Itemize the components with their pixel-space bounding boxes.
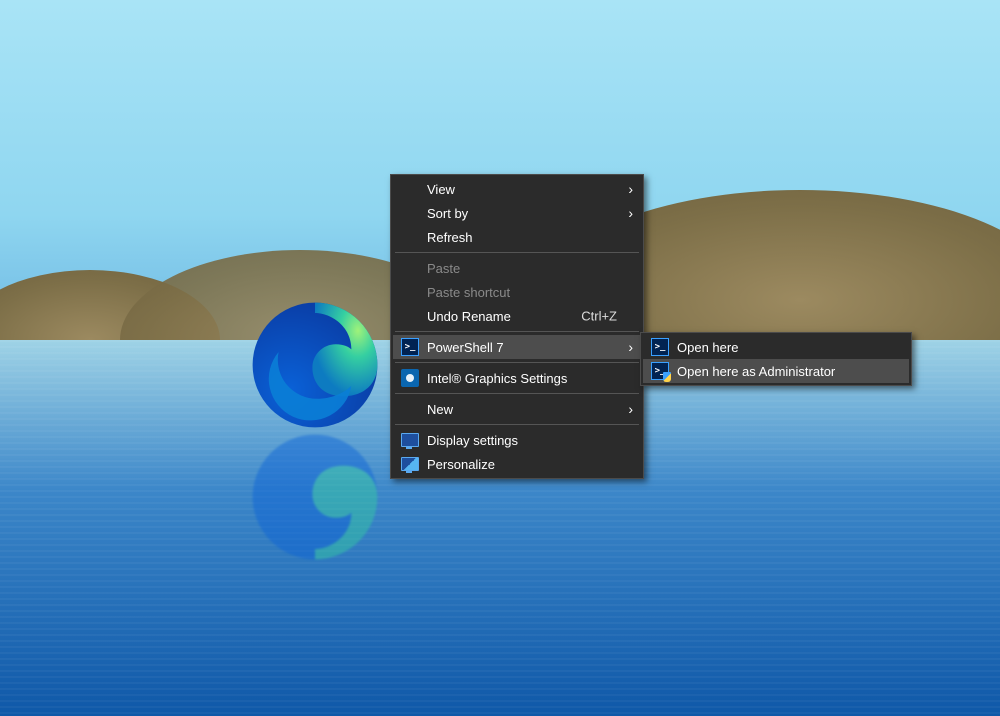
menu-item-undo-rename[interactable]: Undo Rename Ctrl+Z [393, 304, 641, 328]
intel-graphics-icon [401, 369, 419, 387]
menu-label: Refresh [427, 230, 473, 245]
menu-separator [395, 252, 639, 253]
menu-label: Intel® Graphics Settings [427, 371, 567, 386]
menu-label: View [427, 182, 455, 197]
chevron-right-icon: › [628, 181, 633, 197]
menu-label: PowerShell 7 [427, 340, 504, 355]
powershell-icon: >_ [651, 338, 669, 356]
menu-label: Undo Rename [427, 309, 511, 324]
menu-item-refresh[interactable]: Refresh [393, 225, 641, 249]
menu-item-open-here-admin[interactable]: >_ Open here as Administrator [643, 359, 909, 383]
menu-item-personalize[interactable]: Personalize [393, 452, 641, 476]
menu-label: Paste shortcut [427, 285, 510, 300]
menu-label: Paste [427, 261, 460, 276]
menu-label: Sort by [427, 206, 468, 221]
powershell-admin-icon: >_ [651, 362, 669, 380]
edge-logo-icon [250, 300, 380, 430]
menu-hotkey: Ctrl+Z [581, 309, 617, 324]
display-settings-icon [401, 431, 419, 449]
menu-item-intel-graphics[interactable]: Intel® Graphics Settings [393, 366, 641, 390]
personalize-icon [401, 455, 419, 473]
desktop[interactable]: View › Sort by › Refresh Paste Paste sho… [0, 0, 1000, 716]
desktop-context-menu: View › Sort by › Refresh Paste Paste sho… [390, 174, 644, 479]
menu-label: Display settings [427, 433, 518, 448]
menu-label: Open here as Administrator [677, 364, 835, 379]
edge-logo-reflection [250, 432, 380, 562]
menu-separator [395, 331, 639, 332]
chevron-right-icon: › [628, 339, 633, 355]
menu-label: Open here [677, 340, 738, 355]
menu-item-open-here[interactable]: >_ Open here [643, 335, 909, 359]
menu-item-display-settings[interactable]: Display settings [393, 428, 641, 452]
menu-separator [395, 393, 639, 394]
menu-separator [395, 424, 639, 425]
menu-item-sort-by[interactable]: Sort by › [393, 201, 641, 225]
powershell-submenu: >_ Open here >_ Open here as Administrat… [640, 332, 912, 386]
chevron-right-icon: › [628, 205, 633, 221]
menu-label: Personalize [427, 457, 495, 472]
menu-item-paste-shortcut: Paste shortcut [393, 280, 641, 304]
menu-label: New [427, 402, 453, 417]
menu-item-paste: Paste [393, 256, 641, 280]
chevron-right-icon: › [628, 401, 633, 417]
menu-item-view[interactable]: View › [393, 177, 641, 201]
menu-item-powershell[interactable]: >_ PowerShell 7 › [393, 335, 641, 359]
menu-separator [395, 362, 639, 363]
menu-item-new[interactable]: New › [393, 397, 641, 421]
powershell-icon: >_ [401, 338, 419, 356]
